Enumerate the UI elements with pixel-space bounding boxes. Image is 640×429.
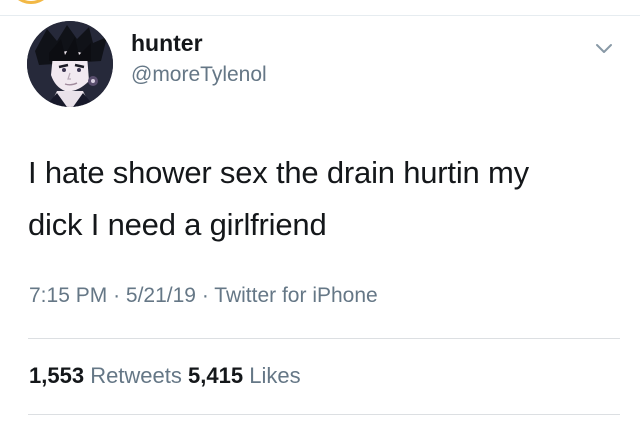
cropped-avatar-outline [8,0,54,4]
retweets-count: 1,553 [29,363,85,388]
user-avatar[interactable] [27,21,113,107]
meta-separator: · [113,284,121,307]
display-name[interactable]: hunter [131,30,203,57]
likes-count: 5,415 [188,363,244,388]
stats-divider-bottom [28,414,620,415]
tweet-text-line: I hate shower sex the drain hurtin my [28,155,529,190]
top-divider [0,15,640,16]
likes-label: Likes [249,363,301,388]
user-handle[interactable]: @moreTylenol [131,63,267,87]
tweet-time[interactable]: 7:15 PM [29,284,107,307]
tweet-stats: 1,553 Retweets 5,415 Likes [29,363,301,389]
tweet-text-line: dick I need a girlfriend [28,207,327,242]
tweet-date[interactable]: 5/21/19 [126,284,196,307]
retweets-stat[interactable]: 1,553 Retweets [29,363,182,388]
anime-character-avatar-icon [27,21,113,107]
likes-stat[interactable]: 5,415 Likes [188,363,301,388]
retweets-label: Retweets [90,363,182,388]
tweet-source-link[interactable]: Twitter for iPhone [214,284,377,307]
meta-separator: · [201,284,209,307]
tweet-metadata: 7:15 PM · 5/21/19 · Twitter for iPhone [29,284,378,308]
chevron-down-icon[interactable] [593,40,615,58]
stats-divider-top [28,338,620,339]
tweet-text: I hate shower sex the drain hurtin my di… [28,147,618,251]
